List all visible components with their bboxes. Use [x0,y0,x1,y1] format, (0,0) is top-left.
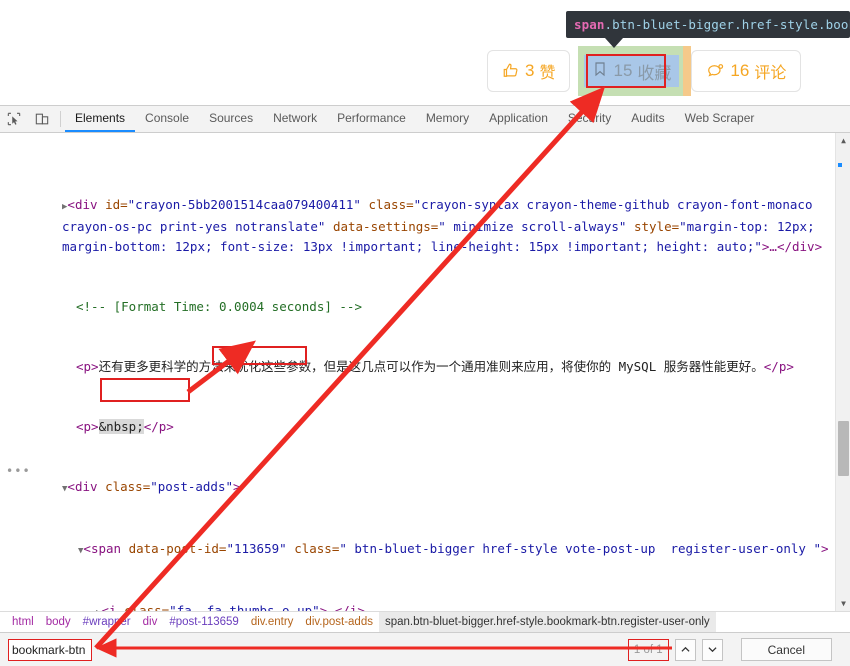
screenshot-root: 3 赞 15 收藏 16 评论 span.btn-bluet-bigger.hr… [0,0,850,666]
annotation-arrow-bookmark-token [186,340,256,394]
annotation-overlay [94,86,672,658]
annotation-arrow-long-diagonal [94,86,606,650]
